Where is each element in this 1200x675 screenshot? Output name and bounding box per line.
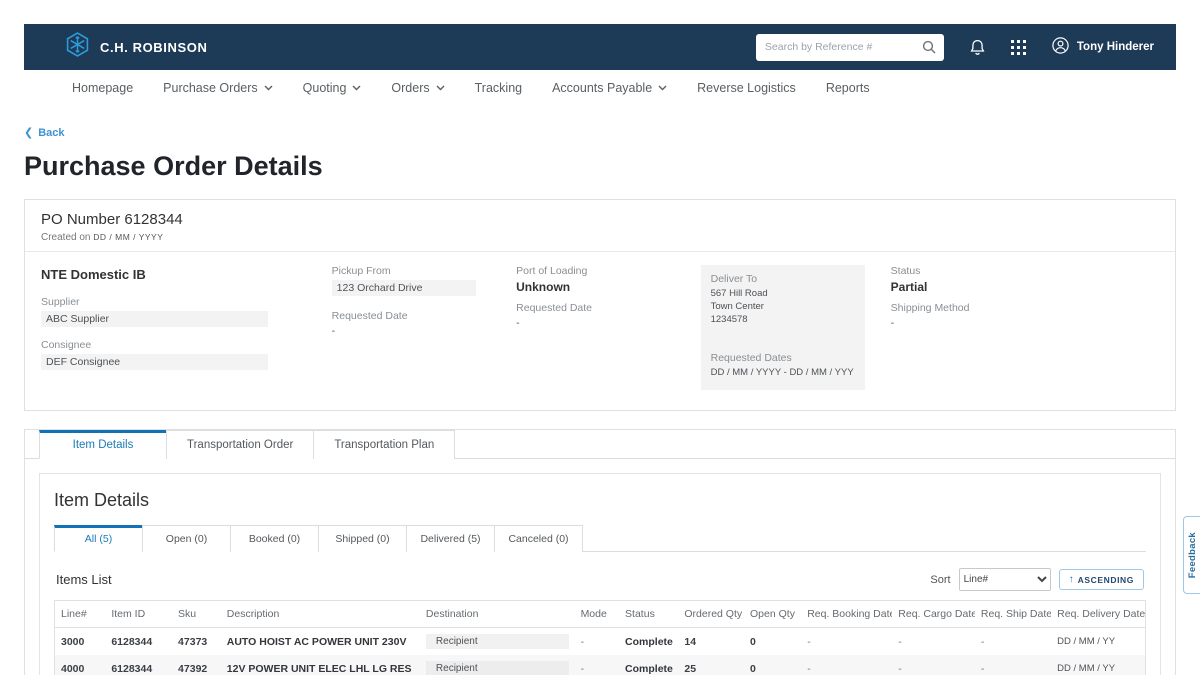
subtab-canceled[interactable]: Canceled (0) [494, 525, 583, 552]
nav-accounts-payable[interactable]: Accounts Payable [552, 81, 667, 95]
user-name: Tony Hinderer [1077, 41, 1154, 53]
po-summary-card: PO Number 6128344 Created on DD / MM / Y… [24, 199, 1176, 411]
po-number: PO Number 6128344 [41, 211, 1159, 228]
tab-transportation-plan[interactable]: Transportation Plan [313, 430, 455, 459]
pickup-from-value: 123 Orchard Drive [332, 280, 476, 296]
sort-direction-button[interactable]: ↑ ASCENDING [1059, 569, 1144, 590]
port-of-loading-value: Unknown [516, 280, 700, 294]
table-row[interactable]: 3000 6128344 47373 AUTO HOIST AC POWER U… [55, 628, 1146, 656]
col-header-line: Line# [55, 601, 106, 628]
brand[interactable]: C.H. ROBINSON [64, 31, 207, 63]
nav-orders[interactable]: Orders [391, 81, 444, 95]
col-header-open-qty: Open Qty [744, 601, 801, 628]
nav-tracking[interactable]: Tracking [475, 81, 522, 95]
nav-reports[interactable]: Reports [826, 81, 870, 95]
order-type: NTE Domestic IB [41, 267, 332, 282]
tab-item-details[interactable]: Item Details [39, 430, 167, 459]
item-details-heading: Item Details [54, 490, 1146, 511]
apps-grid-icon[interactable] [1011, 40, 1026, 55]
search-icon[interactable] [922, 40, 936, 54]
status-filter-tabs: All (5) Open (0) Booked (0) Shipped (0) … [54, 525, 1146, 552]
port-requested-date-label: Requested Date [516, 302, 700, 314]
chevron-down-icon [436, 85, 445, 91]
deliver-to-block: Deliver To 567 Hill Road Town Center 123… [701, 265, 865, 390]
detail-tabs-card: Item Details Transportation Order Transp… [24, 429, 1176, 675]
col-header-status: Status [619, 601, 678, 628]
chevron-down-icon [352, 85, 361, 91]
col-header-destination: Destination [420, 601, 575, 628]
subtab-delivered[interactable]: Delivered (5) [406, 525, 495, 552]
supplier-label: Supplier [41, 296, 332, 308]
item-details-panel: Item Details All (5) Open (0) Booked (0)… [39, 473, 1161, 675]
user-menu[interactable]: Tony Hinderer [1052, 37, 1154, 57]
deliver-to-line: 567 Hill Road [711, 288, 855, 301]
port-of-loading-label: Port of Loading [516, 265, 700, 277]
shipping-method-label: Shipping Method [891, 302, 1081, 314]
deliver-to-line: Town Center [711, 301, 855, 314]
consignee-label: Consignee [41, 339, 332, 351]
chevron-down-icon [264, 85, 273, 91]
arrow-up-icon: ↑ [1069, 574, 1074, 585]
status-value: Partial [891, 280, 1081, 294]
col-header-item-id: Item ID [105, 601, 172, 628]
top-navbar: C.H. ROBINSON [24, 24, 1176, 70]
subtab-shipped[interactable]: Shipped (0) [318, 525, 407, 552]
feedback-tab[interactable]: Feedback [1183, 516, 1200, 594]
nav-homepage[interactable]: Homepage [72, 81, 133, 95]
subtab-booked[interactable]: Booked (0) [230, 525, 319, 552]
user-avatar-icon [1052, 37, 1069, 57]
nav-quoting[interactable]: Quoting [303, 81, 362, 95]
requested-dates-value: DD / MM / YYYY - DD / MM / YYY [711, 367, 855, 380]
col-header-ship-date: Req. Ship Date [975, 601, 1051, 628]
supplier-value: ABC Supplier [41, 311, 268, 327]
table-row[interactable]: 4000 6128344 47392 12V POWER UNIT ELEC L… [55, 655, 1146, 675]
pickup-requested-date-value: - [332, 325, 516, 337]
chevron-left-icon: ❮ [24, 126, 33, 139]
nav-purchase-orders[interactable]: Purchase Orders [163, 81, 272, 95]
col-header-delivery-date: Req. Delivery Date [1051, 601, 1145, 628]
nav-reverse-logistics[interactable]: Reverse Logistics [697, 81, 796, 95]
col-header-ordered-qty: Ordered Qty [678, 601, 744, 628]
page-title: Purchase Order Details [24, 151, 1176, 182]
pickup-requested-date-label: Requested Date [332, 310, 516, 322]
requested-dates-label: Requested Dates [711, 352, 855, 364]
col-header-booking-date: Req. Booking Date [801, 601, 892, 628]
subtab-all[interactable]: All (5) [54, 525, 143, 552]
tab-transportation-order[interactable]: Transportation Order [166, 430, 314, 459]
col-header-description: Description [221, 601, 420, 628]
chrobinson-logo-icon [64, 31, 91, 63]
shipping-method-value: - [891, 317, 1081, 329]
deliver-to-label: Deliver To [711, 273, 855, 285]
port-requested-date-value: - [516, 317, 700, 329]
notifications-bell-icon[interactable] [970, 39, 985, 56]
back-link[interactable]: ❮ Back [24, 126, 65, 139]
pickup-from-label: Pickup From [332, 265, 516, 277]
status-label: Status [891, 265, 1081, 277]
brand-name: C.H. ROBINSON [100, 40, 207, 55]
consignee-value: DEF Consignee [41, 354, 268, 370]
col-header-sku: Sku [172, 601, 221, 628]
sort-label: Sort [930, 574, 950, 586]
sort-field-select[interactable]: Line# [959, 568, 1051, 591]
po-created-on: Created on DD / MM / YYYY [41, 232, 1159, 243]
chevron-down-icon [658, 85, 667, 91]
subtab-open[interactable]: Open (0) [142, 525, 231, 552]
main-nav: Homepage Purchase Orders Quoting Orders … [0, 70, 1200, 106]
items-list-title: Items List [56, 572, 112, 587]
deliver-to-line: 1234578 [711, 314, 855, 327]
search-box [756, 34, 944, 61]
col-header-cargo-date: Req. Cargo Date [892, 601, 975, 628]
detail-tabs: Item Details Transportation Order Transp… [25, 430, 1175, 459]
search-input[interactable] [765, 41, 922, 53]
col-header-mode: Mode [575, 601, 619, 628]
items-table: Line# Item ID Sku Description Destinatio… [54, 600, 1146, 675]
